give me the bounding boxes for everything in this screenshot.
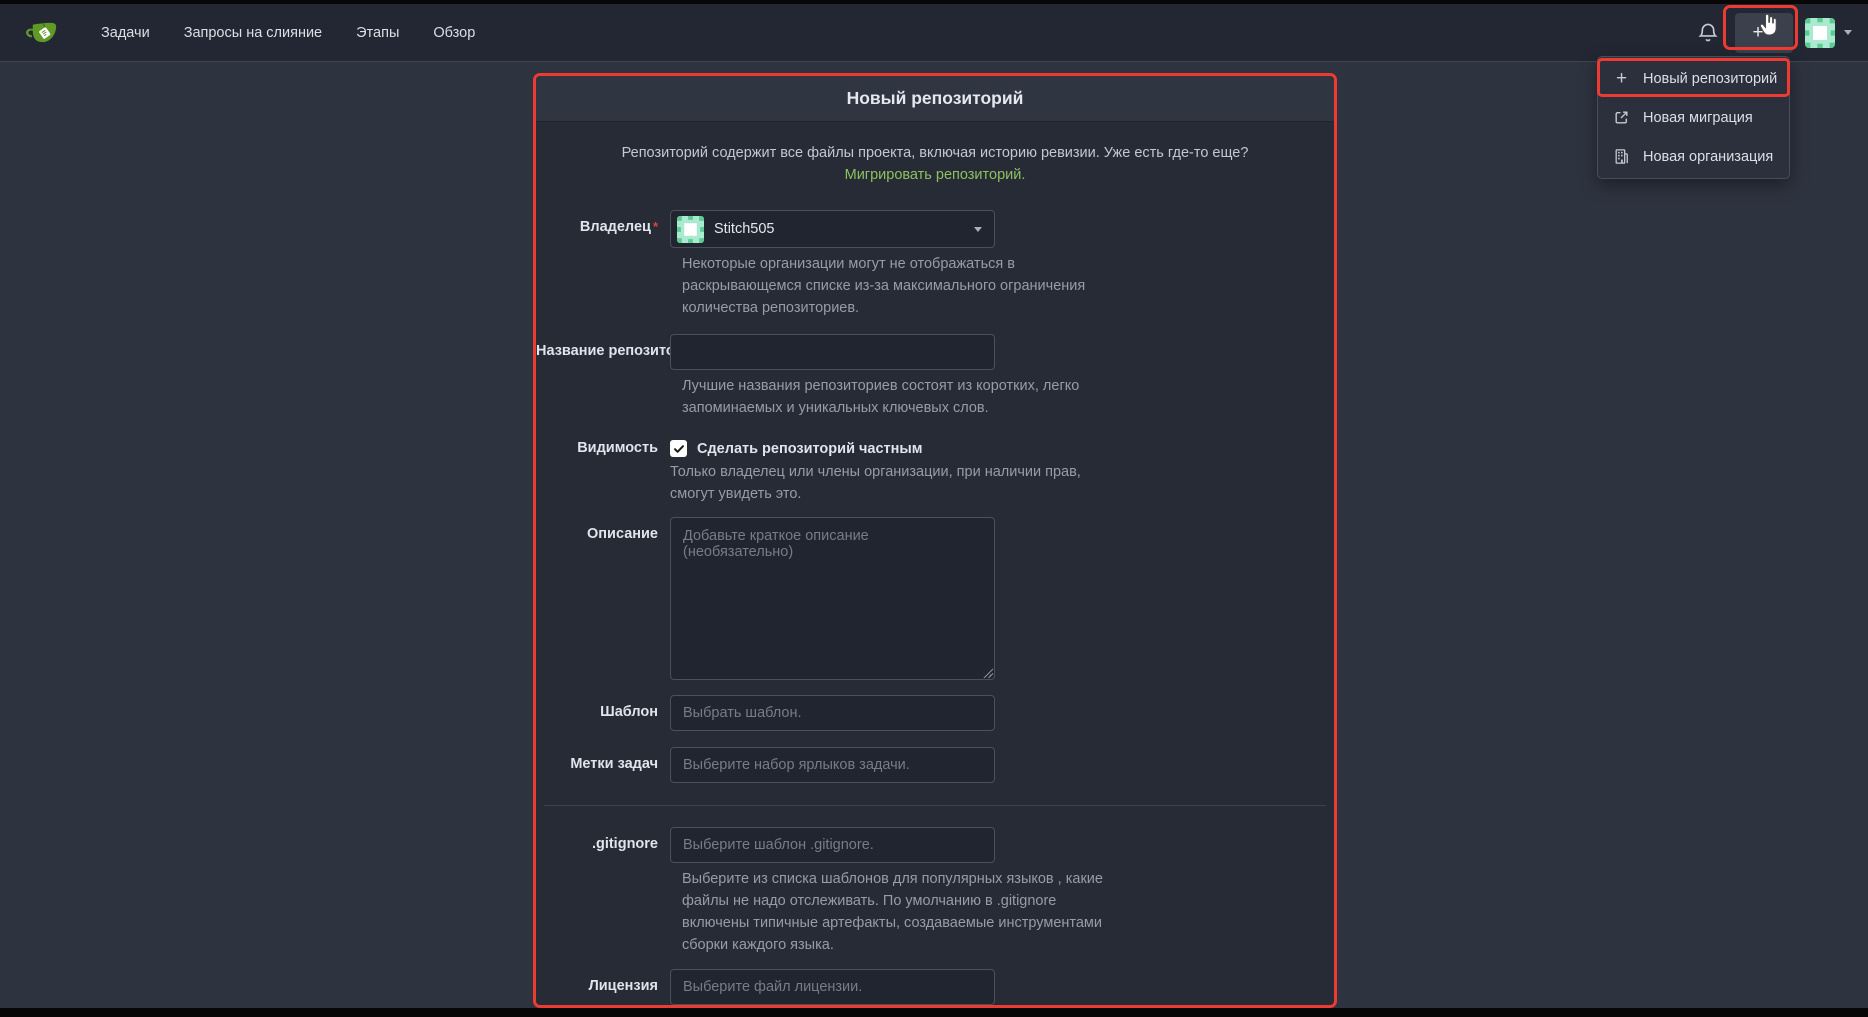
nav-link-pull-requests[interactable]: Запросы на слияние: [167, 4, 339, 62]
create-new-dropdown-menu: + Новый репозиторий Новая миграция: [1597, 56, 1790, 179]
nav-link-issues[interactable]: Задачи: [84, 4, 167, 62]
gitignore-row: .gitignore: [536, 827, 1334, 863]
dropdown-caret-icon: [974, 227, 982, 232]
issue-labels-label: Метки задач: [536, 747, 670, 783]
menu-item-new-migration[interactable]: Новая миграция: [1598, 98, 1789, 137]
owner-selected-value: Stitch505: [714, 221, 964, 237]
owner-select[interactable]: Stitch505: [670, 210, 995, 248]
user-avatar[interactable]: [1805, 18, 1835, 48]
template-input[interactable]: [670, 695, 995, 731]
private-checkbox[interactable]: [670, 440, 687, 457]
migrate-repository-link[interactable]: Мигрировать репозиторий.: [845, 167, 1026, 183]
form-header: Новый репозиторий: [536, 76, 1334, 122]
navbar-right: +: [1697, 13, 1852, 53]
gitignore-label: .gitignore: [536, 827, 670, 863]
gitea-logo-icon[interactable]: [22, 18, 58, 48]
notifications-bell-icon[interactable]: [1697, 22, 1719, 44]
license-label: Лицензия: [536, 969, 670, 1005]
user-menu-chevron-icon[interactable]: [1844, 30, 1852, 35]
checkmark-icon: [673, 443, 685, 455]
navbar: Задачи Запросы на слияние Этапы Обзор +: [0, 4, 1868, 62]
description-label: Описание: [536, 517, 670, 680]
issue-labels-row: Метки задач: [536, 747, 1334, 783]
gitignore-input[interactable]: [670, 827, 995, 863]
repo-name-input[interactable]: [670, 334, 995, 370]
form-intro-text: Репозиторий содержит все файлы проекта, …: [583, 142, 1288, 186]
issue-labels-input[interactable]: [670, 747, 995, 783]
visibility-help-text: Только владелец или члены организации, п…: [670, 461, 1102, 505]
page-title: Новый репозиторий: [847, 88, 1024, 109]
nav-link-milestones[interactable]: Этапы: [339, 4, 416, 62]
license-input[interactable]: [670, 969, 995, 1005]
private-checkbox-label[interactable]: Сделать репозиторий частным: [697, 441, 923, 457]
repo-name-help-text: Лучшие названия репозиториев состоят из …: [682, 375, 1114, 419]
section-divider: [544, 805, 1326, 806]
menu-item-label: Новая миграция: [1643, 110, 1753, 126]
new-repository-form: Новый репозиторий Репозиторий содержит в…: [533, 73, 1337, 1008]
template-row: Шаблон: [536, 695, 1334, 731]
window-top-edge: [0, 0, 1868, 4]
visibility-label: Видимость: [536, 433, 670, 505]
visibility-row: Видимость Сделать репозиторий частным То…: [536, 433, 1334, 505]
gitignore-help-text: Выберите из списка шаблонов для популярн…: [682, 868, 1114, 956]
required-asterisk: *: [653, 219, 658, 234]
owner-label: Владелец*: [536, 210, 670, 248]
repo-name-row: Название репозитория*: [536, 334, 1334, 370]
owner-row: Владелец* Stitch505: [536, 210, 1334, 248]
menu-item-label: Новая организация: [1643, 149, 1773, 165]
plus-icon: +: [1752, 23, 1763, 42]
migration-icon: [1613, 109, 1630, 126]
license-row: Лицензия: [536, 969, 1334, 1005]
repo-name-label: Название репозитория*: [536, 334, 670, 370]
menu-item-label: Новый репозиторий: [1643, 71, 1777, 87]
menu-item-new-repository[interactable]: + Новый репозиторий: [1598, 59, 1789, 98]
template-label: Шаблон: [536, 695, 670, 731]
menu-item-new-organization[interactable]: Новая организация: [1598, 137, 1789, 176]
chevron-down-icon: [1768, 30, 1776, 35]
owner-help-text: Некоторые организации могут не отображат…: [682, 253, 1114, 319]
description-row: Описание: [536, 517, 1334, 680]
create-new-button[interactable]: +: [1735, 13, 1793, 53]
organization-icon: [1613, 148, 1630, 165]
owner-avatar: [677, 216, 704, 243]
description-textarea[interactable]: [670, 517, 995, 680]
window-bottom-edge: [0, 1008, 1868, 1017]
nav-link-explore[interactable]: Обзор: [416, 4, 492, 62]
form-body: Репозиторий содержит все файлы проекта, …: [536, 122, 1334, 1008]
plus-icon: +: [1613, 70, 1630, 87]
